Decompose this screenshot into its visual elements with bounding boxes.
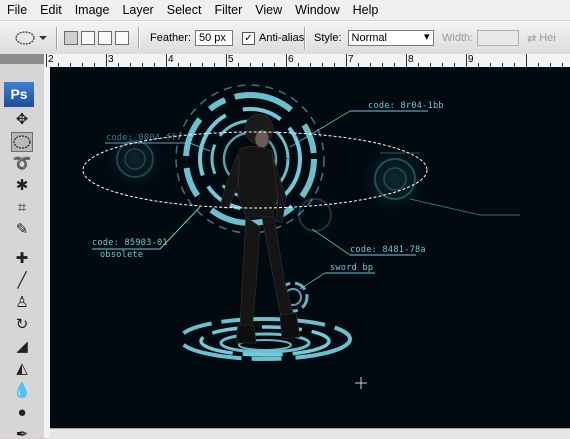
- menu-bar: File Edit Image Layer Select Filter View…: [0, 0, 570, 20]
- ruler-tick: [286, 54, 287, 67]
- hud-label: code: 0004-ff: [106, 133, 177, 143]
- antialias-checkbox[interactable]: ✓: [242, 31, 255, 45]
- hud-label: code: 85903-01: [92, 238, 168, 248]
- crop-icon[interactable]: ⌗: [11, 198, 33, 218]
- ruler-tick: [46, 54, 47, 67]
- height-label: Hei: [539, 32, 556, 44]
- ruler-number: 4: [168, 54, 174, 65]
- feather-label: Feather:: [150, 32, 191, 44]
- ruler-number: 3: [108, 54, 114, 65]
- elliptical-marquee-icon[interactable]: [11, 132, 33, 152]
- hud-label: sword bp: [330, 263, 374, 273]
- history-brush-icon[interactable]: ↻: [11, 315, 33, 335]
- ruler-tick: [226, 54, 227, 67]
- faint-circle-right: [361, 145, 429, 213]
- ruler-number: 2: [48, 54, 54, 65]
- style-label: Style:: [314, 32, 342, 44]
- ruler-number: 6: [288, 54, 294, 65]
- new-selection-button[interactable]: [64, 31, 78, 45]
- menu-image[interactable]: Image: [68, 0, 116, 20]
- ruler-number: 8: [408, 54, 414, 65]
- lasso-icon[interactable]: ➰: [11, 154, 33, 174]
- elliptical-marquee-preset-icon: [15, 31, 47, 45]
- menu-edit[interactable]: Edit: [33, 0, 68, 20]
- blur-icon[interactable]: 💧: [11, 381, 33, 401]
- feather-input[interactable]: 50 px: [194, 30, 233, 46]
- horizontal-ruler[interactable]: 2 3 4 5 6 7 8 9: [44, 54, 570, 68]
- ruler-number: 9: [468, 54, 474, 65]
- toolbox-grip[interactable]: [0, 54, 44, 64]
- menu-layer[interactable]: Layer: [115, 0, 159, 20]
- hud-label: code: 8r04-1bb: [368, 101, 444, 111]
- horizontal-scrollbar[interactable]: [50, 428, 570, 439]
- ruler-number: 5: [228, 54, 234, 65]
- magic-wand-icon[interactable]: ✱: [11, 176, 33, 196]
- options-bar: Feather: 50 px ✓ Anti-alias Style: Norma…: [0, 21, 570, 55]
- tool-preset-picker[interactable]: [14, 22, 48, 54]
- ruler-tick: [406, 54, 407, 67]
- ruler-tick: [166, 54, 167, 67]
- menu-view[interactable]: View: [248, 0, 288, 20]
- photoshop-logo[interactable]: Ps: [4, 82, 34, 107]
- menu-filter[interactable]: Filter: [207, 0, 248, 20]
- menu-select[interactable]: Select: [160, 0, 208, 20]
- style-select[interactable]: Normal ▾: [347, 30, 434, 46]
- ruler-number: 7: [348, 54, 354, 65]
- width-input[interactable]: [477, 30, 520, 46]
- ruler-tick: [346, 54, 347, 67]
- floor-rings: [178, 317, 352, 361]
- toolbox: Ps ✥ ➰ ✱ ⌗ ✎ ✚ ╱ ♙ ↻ ◢ ◭ 💧 ● ✒: [0, 54, 45, 438]
- ruler-tick: [466, 54, 467, 67]
- eraser-icon[interactable]: ◢: [11, 337, 33, 357]
- menu-file[interactable]: File: [0, 0, 33, 20]
- subtract-selection-button[interactable]: [98, 31, 112, 45]
- dodge-icon[interactable]: ●: [11, 403, 33, 423]
- clone-stamp-icon[interactable]: ♙: [11, 293, 33, 313]
- add-selection-button[interactable]: [81, 31, 95, 45]
- ruler-tick: [526, 54, 527, 67]
- healing-brush-icon[interactable]: ✚: [11, 249, 33, 269]
- ruler-tick: [106, 54, 107, 67]
- menu-window[interactable]: Window: [288, 0, 345, 20]
- brush-icon[interactable]: ╱: [11, 271, 33, 291]
- eyedropper-icon[interactable]: ✎: [11, 220, 33, 240]
- crosshair-cursor: [355, 377, 367, 389]
- width-label: Width:: [442, 32, 474, 44]
- intersect-selection-button[interactable]: [115, 31, 129, 45]
- document-canvas[interactable]: code: 8r04-1bb code: 0004-ff code: 85903…: [50, 67, 570, 428]
- swap-icon[interactable]: ⇄: [527, 32, 536, 45]
- move-icon[interactable]: ✥: [11, 110, 33, 130]
- pen-icon[interactable]: ✒: [11, 425, 33, 438]
- chevron-down-icon: ▾: [423, 31, 430, 43]
- hud-label: obsolete: [100, 250, 144, 260]
- faint-circle-mid: [298, 198, 332, 232]
- antialias-label: Anti-alias: [259, 32, 305, 44]
- hud-label: code: 8481-78a: [350, 245, 426, 255]
- style-select-value: Normal: [351, 32, 387, 44]
- paint-bucket-icon[interactable]: ◭: [11, 359, 33, 379]
- menu-help[interactable]: Help: [346, 0, 385, 20]
